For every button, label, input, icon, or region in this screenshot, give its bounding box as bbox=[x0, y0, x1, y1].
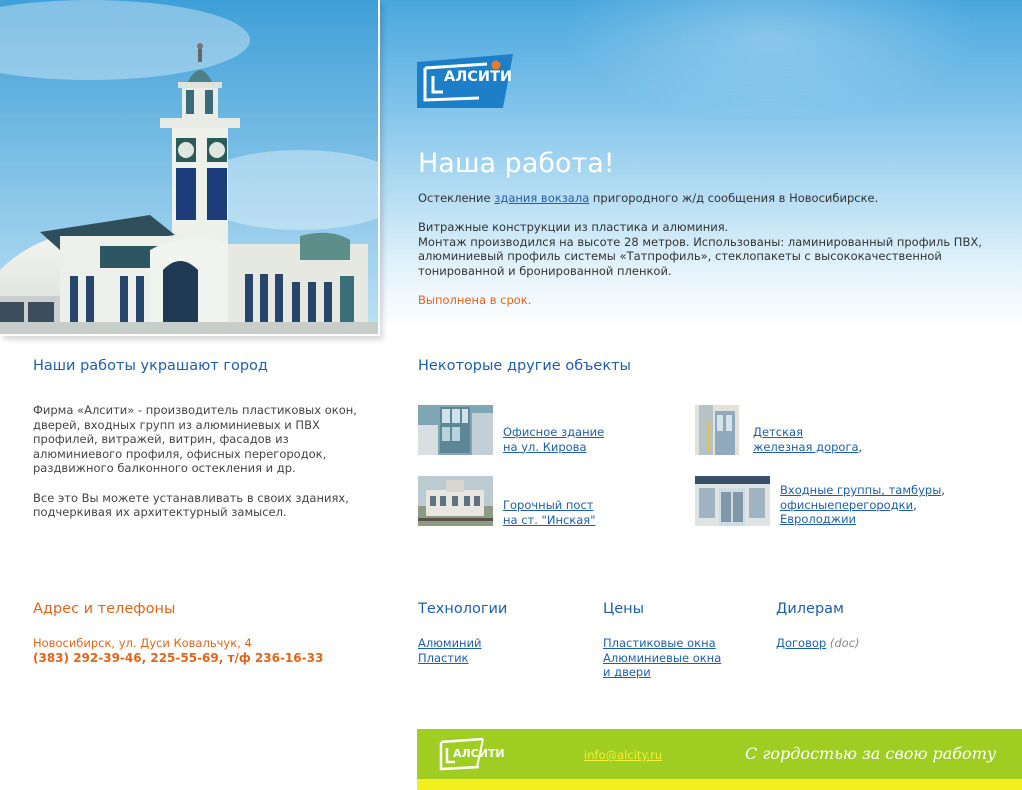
hero-line-2-text: Витражные конструкции из пластика и алюм… bbox=[418, 220, 729, 235]
object-item: Горочный пост на ст. "Инская" bbox=[418, 476, 596, 527]
page-title: Наша работа! bbox=[418, 148, 615, 179]
technologies-title: Технологии bbox=[418, 601, 508, 617]
object-link-entrance-groups[interactable]: Входные группы, тамбуры bbox=[780, 483, 941, 497]
technologies-links: Алюминий Пластик bbox=[418, 636, 482, 665]
object-links: Горочный пост на ст. "Инская" bbox=[493, 476, 596, 527]
link-aluminium[interactable]: Алюминий bbox=[418, 636, 482, 650]
address-text: Новосибирск, ул. Дуси Ковальчук, 4 bbox=[33, 636, 252, 650]
comma: , bbox=[941, 483, 945, 497]
object-link-partitions[interactable]: офисныеперегородки bbox=[780, 498, 913, 512]
station-building-link[interactable]: здания вокзала bbox=[494, 191, 589, 205]
footer-logo-text: АЛСИТИ bbox=[453, 747, 505, 760]
station-illustration bbox=[0, 0, 378, 334]
hero-line-1: Остекление здания вокзала пригородного ж… bbox=[418, 191, 1008, 206]
company-logo[interactable]: АЛСИТИ bbox=[417, 52, 521, 110]
prices-title: Цены bbox=[603, 601, 645, 617]
hero-description: Остекление здания вокзала пригородного ж… bbox=[418, 191, 1008, 322]
done-note: Выполнена в срок. bbox=[418, 293, 532, 308]
contacts-title: Адрес и телефоны bbox=[33, 601, 176, 617]
footer-slogan: С гордостью за свою работу bbox=[745, 744, 997, 763]
footer-logo[interactable]: АЛСИТИ bbox=[437, 736, 505, 774]
object-links: Детская железная дорога, bbox=[739, 405, 862, 454]
hero-line-2: Витражные конструкции из пластика и алюм… bbox=[418, 220, 1008, 278]
object-link-signal-post-2[interactable]: на ст. "Инская" bbox=[503, 513, 596, 527]
object-link-office[interactable]: Офисное здание bbox=[503, 425, 604, 439]
object-link-kids-railway[interactable]: Детская bbox=[753, 425, 803, 439]
object-item: Детская железная дорога, bbox=[695, 405, 862, 455]
object-link-eurologgias[interactable]: Евролоджии bbox=[780, 512, 856, 526]
kids-railway-thumb-icon bbox=[695, 405, 739, 455]
link-aluminium-windows-doors[interactable]: и двери bbox=[603, 665, 651, 679]
object-links: Офисное здание на ул. Кирова bbox=[493, 405, 604, 454]
object-thumbnail[interactable] bbox=[418, 476, 493, 526]
hero-line-1-post: пригородного ж/д сообщения в Новосибирск… bbox=[589, 191, 879, 205]
object-link-kids-railway-2[interactable]: железная дорога bbox=[753, 440, 859, 454]
signal-post-thumb-icon bbox=[418, 476, 493, 526]
comma: , bbox=[858, 439, 863, 454]
dealers-links: Договор (doc) bbox=[776, 636, 860, 651]
phones-text: (383) 292-39-46, 225-55-69, т/ф 236-16-3… bbox=[33, 650, 324, 665]
link-contract[interactable]: Договор bbox=[776, 636, 826, 650]
about-text: Фирма «Алсити» - производитель пластиков… bbox=[33, 403, 363, 534]
about-title: Наши работы украшают город bbox=[33, 358, 268, 374]
link-plastic-windows[interactable]: Пластиковые окна bbox=[603, 636, 716, 650]
object-item: Офисное здание на ул. Кирова bbox=[418, 405, 604, 455]
hero-line-1-pre: Остекление bbox=[418, 191, 495, 205]
object-links: Входные группы, тамбуры, офисныеперегоро… bbox=[770, 476, 945, 527]
object-link-signal-post[interactable]: Горочный пост bbox=[503, 498, 593, 512]
hero-line-3-text: Монтаж производился на высоте 28 метров.… bbox=[418, 234, 982, 278]
footer-strip bbox=[417, 779, 1022, 790]
objects-title: Некоторые другие объекты bbox=[418, 358, 631, 374]
object-thumbnail[interactable] bbox=[418, 405, 493, 455]
object-link-office-2[interactable]: на ул. Кирова bbox=[503, 440, 587, 454]
cloud bbox=[560, 0, 980, 120]
email-link[interactable]: info@alcity.ru bbox=[584, 748, 662, 762]
link-plastic[interactable]: Пластик bbox=[418, 651, 469, 665]
contacts-block: Новосибирск, ул. Дуси Ковальчук, 4 (383)… bbox=[33, 636, 323, 665]
logo-text: АЛСИТИ bbox=[444, 69, 513, 85]
office-building-thumb-icon bbox=[418, 405, 493, 455]
object-thumbnail[interactable] bbox=[695, 405, 739, 455]
object-thumbnail[interactable] bbox=[695, 476, 770, 526]
prices-links: Пластиковые окна Алюминиевые окна и двер… bbox=[603, 636, 721, 680]
link-aluminium-windows[interactable]: Алюминиевые окна bbox=[603, 651, 721, 665]
about-paragraph-2: Все это Вы можете устанавливать в своих … bbox=[33, 490, 349, 520]
object-item: Входные группы, тамбуры, офисныеперегоро… bbox=[695, 476, 945, 527]
entrance-group-thumb-icon bbox=[695, 476, 770, 526]
station-photo bbox=[0, 0, 380, 336]
comma: , bbox=[913, 497, 917, 512]
dealers-title: Дилерам bbox=[776, 601, 844, 617]
about-paragraph-1: Фирма «Алсити» - производитель пластиков… bbox=[33, 403, 357, 476]
doc-note: (doc) bbox=[826, 636, 860, 650]
